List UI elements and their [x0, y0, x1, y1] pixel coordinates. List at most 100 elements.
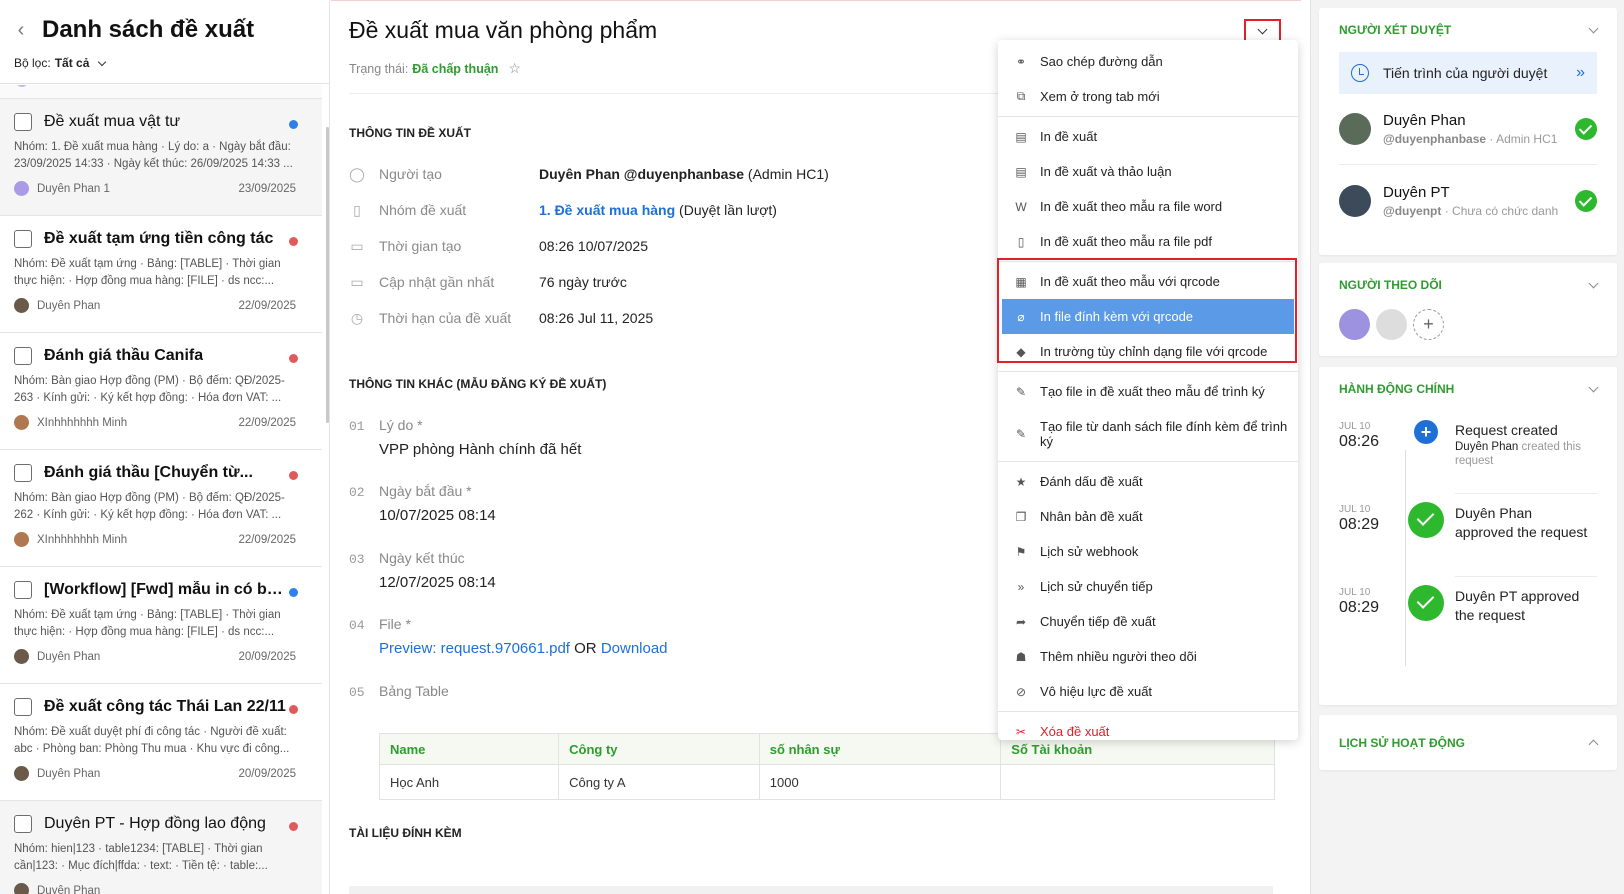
- actions-header[interactable]: HÀNH ĐỘNG CHÍNH: [1319, 367, 1617, 411]
- checkbox[interactable]: [14, 698, 32, 716]
- timeline-title-2: approved the request: [1455, 524, 1588, 540]
- menu-item[interactable]: ▤ In đề xuất: [998, 119, 1298, 154]
- menu-item[interactable]: ◆ In trường tùy chỉnh dạng file với qrcod…: [998, 334, 1298, 369]
- checkbox[interactable]: [14, 815, 32, 833]
- list-item[interactable]: Duyên PT - Hợp đồng lao động Nhóm: hien|1…: [0, 801, 322, 894]
- menu-item[interactable]: ☗ Thêm nhiều người theo dõi: [998, 639, 1298, 674]
- menu-item[interactable]: ❐ Nhân bản đề xuất: [998, 499, 1298, 534]
- item-author: XInhhhhhhh Minh: [37, 533, 128, 546]
- menu-item[interactable]: ▯ In đề xuất theo mẫu ra file pdf: [998, 224, 1298, 259]
- menu-item[interactable]: ⧉ Xem ở trong tab mới: [998, 79, 1298, 114]
- checkbox[interactable]: [14, 347, 32, 365]
- qrcode-icon: ▦: [1015, 274, 1027, 289]
- timeline: JUL 10 08:26 + Request created Duyên Phan cr…: [1319, 411, 1617, 660]
- field-label: Lý do *: [379, 417, 423, 433]
- filter-label: Bộ lọc:: [14, 56, 51, 70]
- field-number: 01: [349, 419, 365, 434]
- menu-divider: [998, 461, 1298, 462]
- creator-name[interactable]: Duyên Phan @duyenphanbase: [539, 166, 744, 182]
- avatar[interactable]: [1376, 309, 1407, 340]
- download-link[interactable]: Download: [601, 640, 668, 657]
- approver-row[interactable]: Duyên Phan @duyenphanbase · Admin HC1: [1339, 94, 1597, 165]
- menu-item-label: In đề xuất: [1040, 129, 1098, 144]
- menu-item[interactable]: ▦ In đề xuất theo mẫu với qrcode: [998, 264, 1298, 299]
- list-item[interactable]: Đánh giá thầu Canifa Nhóm: Bàn giao Hợp đ…: [0, 333, 322, 450]
- menu-item-label: In đề xuất theo mẫu ra file pdf: [1040, 234, 1212, 249]
- approver-row[interactable]: Duyên PT @duyenpt · Chưa có chức danh: [1339, 165, 1597, 236]
- add-follower-button[interactable]: +: [1413, 309, 1444, 340]
- preview-link[interactable]: Preview: request.970661.pdf: [379, 640, 570, 657]
- unread-dot: [289, 120, 298, 129]
- field-number: 04: [349, 618, 365, 633]
- card-title: NGƯỜI THEO DÕI: [1339, 278, 1442, 292]
- unread-dot: [289, 705, 298, 714]
- filter-dropdown[interactable]: Bộ lọc: Tất cả: [14, 56, 315, 70]
- custom-field-header: 05 Bảng Table: [349, 683, 449, 700]
- item-author: Duyên Phan: [37, 884, 101, 894]
- menu-item[interactable]: ✂ Xóa đề xuất: [998, 714, 1298, 749]
- list-item[interactable]: [Workflow] [Fwd] mẫu in có bản... Nhóm: Đ…: [0, 567, 322, 684]
- item-author: XInhhhhhhh Minh: [37, 416, 128, 429]
- menu-item[interactable]: ⊘ Vô hiệu lực đề xuất: [998, 674, 1298, 709]
- menu-item-label: Tạo file in đề xuất theo mẫu để trình ký: [1040, 384, 1265, 399]
- menu-item[interactable]: » Lịch sử chuyển tiếp: [998, 569, 1298, 604]
- checkbox[interactable]: [14, 464, 32, 482]
- check-icon: [1408, 585, 1444, 621]
- menu-item[interactable]: ★ Đánh dấu đề xuất: [998, 464, 1298, 499]
- item-description: Nhóm: Bàn giao Hợp đồng (PM) · Bộ đếm: Q…: [14, 375, 285, 404]
- scrollbar[interactable]: [326, 127, 329, 423]
- checkbox[interactable]: [14, 230, 32, 248]
- menu-item-label: In trường tùy chỉnh dạng file với qrcode: [1040, 344, 1268, 359]
- menu-item[interactable]: ➦ Chuyển tiếp đề xuất: [998, 604, 1298, 639]
- link-icon: ⚭: [1015, 54, 1027, 69]
- menu-item-label: In đề xuất theo mẫu ra file word: [1040, 199, 1223, 214]
- followers-list: +: [1319, 309, 1617, 340]
- item-footer: XInhhhhhhh Minh 22/09/2025: [14, 415, 296, 430]
- calendar-icon: ▭: [350, 237, 364, 254]
- menu-item[interactable]: W In đề xuất theo mẫu ra file word: [998, 189, 1298, 224]
- followers-card: NGƯỜI THEO DÕI +: [1319, 263, 1617, 356]
- approved-check-icon: [1575, 118, 1597, 140]
- field-label: File *: [379, 616, 411, 632]
- item-title: Đánh giá thầu Canifa: [44, 347, 204, 364]
- list-item[interactable]: Đề xuất mua vật tư Nhóm: 1. Đề xuất mua h…: [0, 99, 322, 216]
- menu-item[interactable]: ✎ Tạo file in đề xuất theo mẫu để trình k…: [998, 374, 1298, 409]
- table-cell: [1000, 764, 1275, 800]
- field-label: Ngày kết thúc: [379, 550, 465, 566]
- star-icon[interactable]: ☆: [508, 60, 521, 77]
- item-description: Nhóm: Đề xuất tạm ứng · Bảng: [TABLE] · …: [14, 258, 281, 287]
- menu-item[interactable]: ⚭ Sao chép đường dẫn: [998, 44, 1298, 79]
- menu-item[interactable]: ⌀ In file đính kèm với qrcode: [1002, 299, 1294, 334]
- history-header[interactable]: LỊCH SỬ HOẠT ĐỘNG: [1319, 715, 1617, 770]
- list-item[interactable]: Đề xuất công tác Thái Lan 22/11 Nhóm: Đề …: [0, 684, 322, 801]
- approver-sub: @duyenpt · Chưa có chức danh: [1383, 204, 1558, 218]
- approval-progress-button[interactable]: Tiến trình của người duyệt »: [1339, 52, 1597, 94]
- field-value: 10/07/2025 08:14: [379, 507, 496, 524]
- custom-field: 02 Ngày bắt đầu * 10/07/2025 08:14: [349, 483, 496, 524]
- group-link[interactable]: 1. Đề xuất mua hàng: [539, 202, 675, 218]
- field-label: Bảng Table: [379, 683, 449, 699]
- timeline-month: JUL 10: [1339, 504, 1371, 515]
- list-item[interactable]: Đánh giá thầu [Chuyển từ... Nhóm: Bàn gia…: [0, 450, 322, 567]
- table-cell: Học Anh: [378, 764, 560, 800]
- item-date: 22/09/2025: [238, 416, 296, 429]
- request-list[interactable]: Đề xuất mua vật tư Nhóm: 1. Đề xuất mua h…: [0, 85, 322, 894]
- menu-item[interactable]: ⚑ Lịch sử webhook: [998, 534, 1298, 569]
- chevron-down-icon: [1588, 382, 1599, 392]
- custom-field: 05 Bảng Table: [349, 683, 449, 700]
- menu-item[interactable]: ▤ In đề xuất và thảo luận: [998, 154, 1298, 189]
- list-item[interactable]: Đề xuất tạm ứng tiền công tác Nhóm: Đề xu…: [0, 216, 322, 333]
- back-arrow-icon[interactable]: ‹: [14, 20, 28, 40]
- table-header: Name: [378, 733, 560, 765]
- share-icon: ➦: [1015, 614, 1027, 629]
- followers-header[interactable]: NGƯỜI THEO DÕI: [1319, 263, 1617, 307]
- pencil-icon: ✎: [1015, 384, 1027, 399]
- menu-item[interactable]: ✎ Tạo file từ danh sách file đính kèm để …: [998, 409, 1298, 459]
- status-label: Trạng thái:: [349, 61, 409, 76]
- checkbox[interactable]: [14, 581, 32, 599]
- checkbox[interactable]: [14, 113, 32, 131]
- menu-item-label: Nhân bản đề xuất: [1040, 509, 1143, 524]
- approvers-header[interactable]: NGƯỜI XÉT DUYỆT: [1319, 8, 1617, 52]
- item-author: Duyên Phan: [37, 767, 101, 780]
- avatar[interactable]: [1339, 309, 1370, 340]
